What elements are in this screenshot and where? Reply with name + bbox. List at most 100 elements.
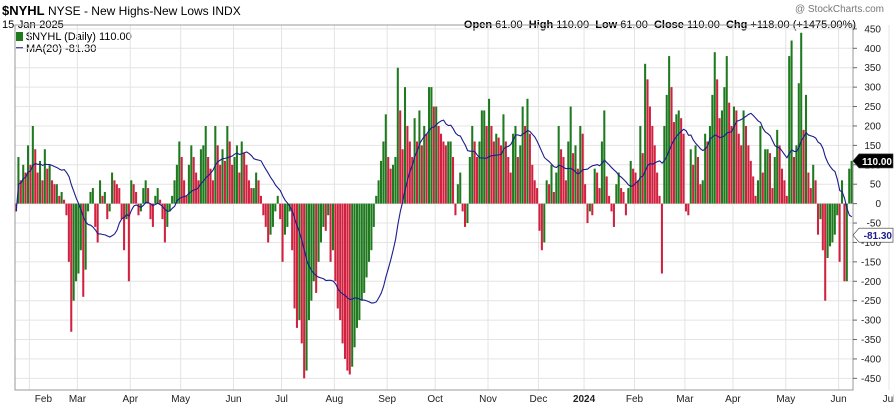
bar <box>375 195 378 204</box>
bar <box>96 203 99 243</box>
bar <box>790 40 793 204</box>
bar <box>608 195 611 204</box>
bar <box>593 168 596 204</box>
bar <box>785 195 788 204</box>
y-tick-label: -300 <box>861 316 881 327</box>
bar <box>668 56 671 204</box>
bar <box>183 180 186 204</box>
bar <box>797 83 800 204</box>
bar <box>211 180 214 204</box>
bar <box>459 172 462 204</box>
bar <box>223 160 226 204</box>
bar <box>483 110 486 204</box>
bar <box>509 172 512 204</box>
bar <box>692 164 695 204</box>
x-tick-label: Oct <box>427 394 443 405</box>
bar <box>228 141 231 204</box>
bar <box>149 203 152 220</box>
bar <box>831 203 834 243</box>
bar <box>812 164 815 204</box>
bar <box>63 199 66 204</box>
bar <box>406 125 409 204</box>
bar <box>252 188 255 204</box>
bar <box>245 164 248 204</box>
bar <box>704 133 707 204</box>
bar <box>466 203 469 224</box>
y-tick-label: -450 <box>861 374 881 385</box>
bar <box>147 188 150 204</box>
bar <box>363 203 366 293</box>
bar <box>699 184 702 204</box>
bar <box>310 203 313 301</box>
bar <box>135 191 138 204</box>
bar <box>759 125 762 204</box>
bar <box>355 203 359 328</box>
bar <box>365 203 368 278</box>
bar <box>660 203 663 274</box>
bar <box>622 191 625 204</box>
bar <box>564 180 567 204</box>
bar <box>377 180 380 204</box>
bar <box>34 149 37 204</box>
bar <box>233 157 236 204</box>
bar <box>87 203 90 212</box>
last-value-tag: 110.00 <box>862 157 892 168</box>
bar <box>531 164 534 204</box>
bar <box>130 180 133 204</box>
bar <box>658 195 661 204</box>
bar <box>312 203 315 282</box>
chart-plot: 450400350300250200150100500-50-100-150-2… <box>14 24 894 405</box>
bar <box>250 188 253 204</box>
y-tick-label: 0 <box>875 199 881 210</box>
bar <box>444 145 447 204</box>
bar <box>262 203 265 216</box>
bar <box>617 172 620 204</box>
bar <box>281 203 284 262</box>
bar <box>612 203 615 227</box>
bar <box>761 172 764 204</box>
bar <box>67 203 70 262</box>
bar <box>195 172 198 204</box>
bar <box>399 110 402 204</box>
bar <box>103 191 106 204</box>
bar <box>756 180 759 204</box>
bar <box>435 106 438 204</box>
bar <box>720 110 723 204</box>
bar <box>202 145 205 204</box>
bar <box>615 184 618 204</box>
y-tick-label: -350 <box>861 335 881 346</box>
bar <box>175 164 178 204</box>
x-tick-label: Aug <box>325 394 343 405</box>
bar <box>348 203 351 375</box>
bar <box>391 164 395 204</box>
ma-value-tag: -81.30 <box>864 231 893 242</box>
bar <box>665 94 668 204</box>
bar <box>171 195 174 204</box>
bar <box>684 203 687 212</box>
bar <box>367 203 371 262</box>
bar <box>723 87 726 204</box>
bar <box>343 203 347 359</box>
bar <box>425 133 428 204</box>
bar <box>560 149 563 204</box>
bar <box>46 168 49 204</box>
bar <box>286 203 289 227</box>
y-tick-label: 300 <box>864 83 881 94</box>
x-tick-label: Mar <box>676 394 694 405</box>
bar <box>382 141 385 204</box>
bar <box>795 145 798 204</box>
bar <box>771 188 774 204</box>
bar <box>752 176 755 204</box>
bar <box>329 203 332 262</box>
bar <box>773 157 776 204</box>
bar <box>584 184 587 204</box>
bar <box>384 114 387 204</box>
bar <box>226 125 229 204</box>
y-tick-label: 400 <box>864 44 881 55</box>
bar <box>742 110 745 204</box>
bar <box>502 114 505 204</box>
y-tick-label: 450 <box>864 24 881 35</box>
bar <box>495 133 498 204</box>
x-tick-label: Mar <box>69 394 87 405</box>
y-axis: 450400350300250200150100500-50-100-150-2… <box>853 24 881 385</box>
